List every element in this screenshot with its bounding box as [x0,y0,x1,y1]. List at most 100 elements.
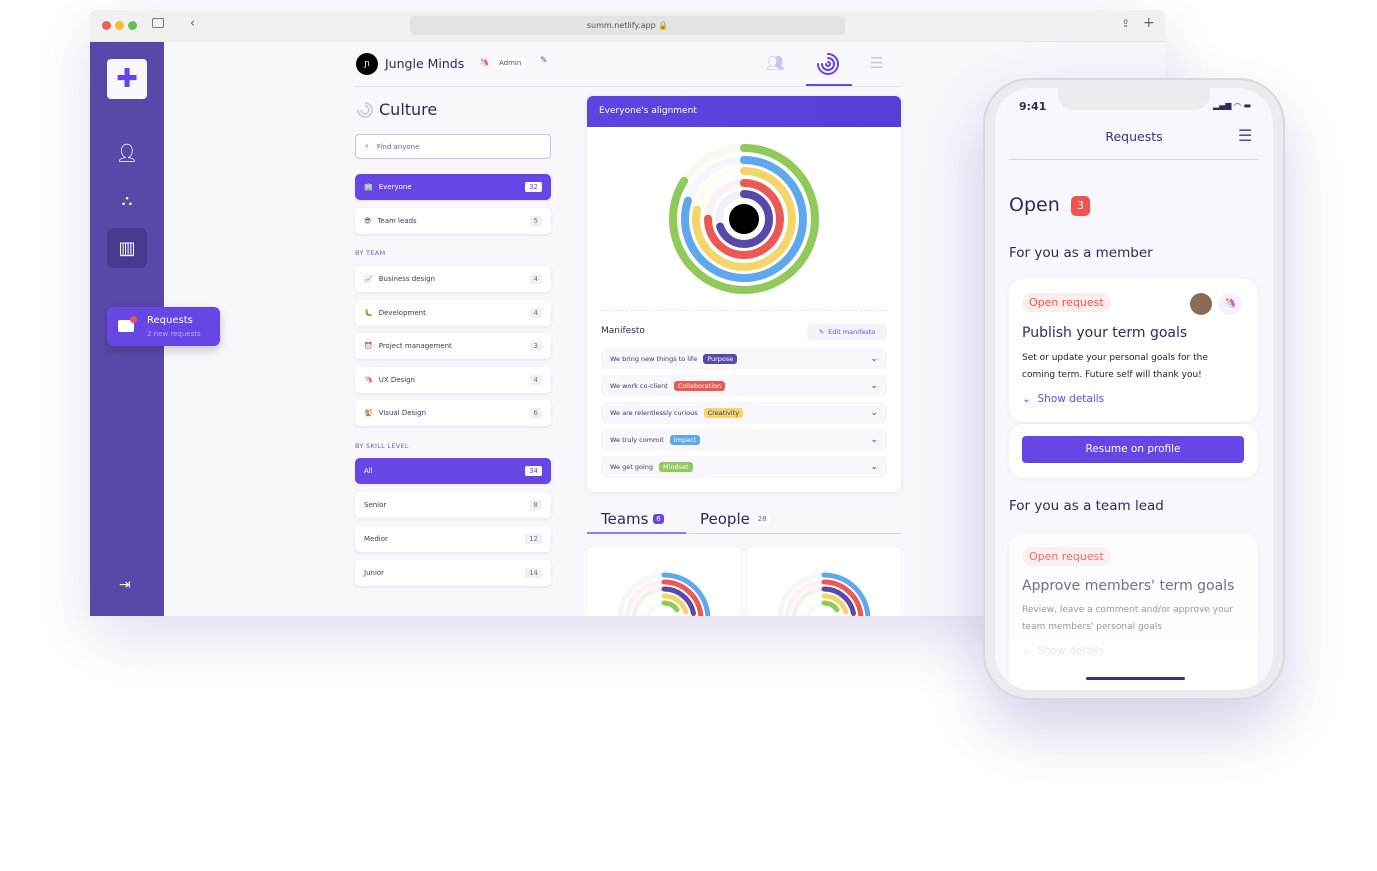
manifesto-text: We get going [610,463,654,471]
logout-icon[interactable]: ⇥ [119,577,131,593]
filter-label: Junior [364,569,385,577]
emoji-icon: 📈 [364,275,373,283]
request-title: Publish your term goals [1022,325,1188,341]
open-count-badge: 3 [1071,196,1090,216]
request-card: Open request Approve members' term goals… [1009,533,1258,690]
phone-notch [1058,88,1210,110]
manifesto-row[interactable]: We work co-client Collaboration ⌄ [601,375,887,397]
divider [601,310,887,311]
filter-item[interactable]: 📈 Business design 4 [355,266,551,292]
member-section-heading: For you as a member [1009,245,1153,261]
manifesto-row[interactable]: We truly commit Impact ⌄ [601,429,887,451]
tab-people[interactable]: People 28 [700,510,770,528]
back-icon[interactable]: ‹ [190,16,195,31]
people-count-badge: 28 [754,514,770,524]
filter-count: 8 [529,500,542,510]
show-details-label: Show details [1037,393,1105,405]
filter-item[interactable]: Medior 12 [355,526,551,552]
header-divider [355,86,900,87]
org-logo: ɲ [356,53,378,75]
url-text: summ.netlify.app [586,21,656,30]
edit-manifesto-label: Edit manifesto [828,328,876,336]
filter-item[interactable]: 🏢 Everyone 32 [355,174,551,200]
filter-count: 3 [529,341,542,351]
filter-label: Project management [378,342,452,350]
manifesto-tag: Creativity [703,408,744,418]
manifesto-row[interactable]: We are relentlessly curious Creativity ⌄ [601,402,887,424]
filter-item[interactable]: Senior 8 [355,492,551,518]
url-bar[interactable]: summ.netlify.app 🔒 [410,16,845,35]
manifesto-tag: Impact [669,435,701,445]
new-tab-icon[interactable]: + [1143,15,1155,31]
app-logo[interactable]: ✚ [107,59,147,99]
browser-titlebar: ‹ summ.netlify.app 🔒 ⇪ + [90,10,1165,42]
search-icon: ⌕ [365,142,369,150]
manifesto-tag: Purpose [703,354,738,364]
sidebar-toggle-icon[interactable] [152,18,164,28]
close-window-button[interactable] [102,21,111,30]
open-heading: Open [1009,194,1060,216]
request-title: Approve members' term goals [1022,578,1235,594]
person-icon[interactable]: 👤︎ [107,133,147,173]
share-icon[interactable]: ⇪ [1121,17,1130,30]
show-details-link[interactable]: ⌄ Show details [1022,393,1104,405]
hamburger-menu-icon[interactable]: ☰ [1238,126,1252,145]
tab-teams[interactable]: Teams 6 [601,510,664,528]
building-icon[interactable]: ▥ [107,228,147,268]
chevron-down-icon[interactable]: ⌄ [870,462,878,472]
status-time: 9:41 [1019,100,1047,113]
people-icon[interactable]: 👥︎ [766,54,785,72]
chevron-down-icon[interactable]: ⌄ [870,408,878,418]
search-input[interactable]: ⌕ Find anyone [355,134,551,159]
filter-label: UX Design [378,375,416,384]
status-icons: ▂▄▆ ◠ ▬ [1213,101,1252,110]
unicorn-icon: 🦄 [479,58,489,67]
team-card[interactable] [588,547,740,616]
unicorn-icon: 🦄 [1218,293,1242,315]
manifesto-text: We are relentlessly curious [610,409,698,417]
phone-screen: 9:41 ▂▄▆ ◠ ▬ Requests ☰ Open 3 For you a… [995,88,1273,690]
filter-item[interactable]: All 34 [355,458,551,484]
home-indicator [1086,677,1185,680]
filter-item[interactable]: 🐒 Visual Design 6 [355,400,551,426]
filter-label: Team leads [377,217,417,225]
notification-dot [130,316,137,323]
filter-item[interactable]: 🦄 UX Design 4 [355,366,551,393]
resume-on-profile-button[interactable]: Resume on profile [1022,436,1244,463]
maximize-window-button[interactable] [128,21,137,30]
search-placeholder: Find anyone [376,142,420,151]
emoji-icon: ⏰ [364,342,373,350]
minimize-window-button[interactable] [115,21,124,30]
show-details-link[interactable]: ⌄ Show details [1022,645,1104,657]
filter-count: 4 [529,274,542,284]
requests-tooltip[interactable]: Requests 2 new requests [107,307,220,346]
teams-count-badge: 6 [653,514,664,524]
filter-item[interactable]: ⏰ Project management 3 [355,333,551,359]
show-details-label: Show details [1037,645,1105,657]
filter-label: Development [378,308,426,317]
chevron-down-icon[interactable]: ⌄ [870,435,878,445]
rings-icon[interactable] [816,52,840,76]
filter-item[interactable]: Junior 14 [355,560,551,586]
emoji-icon: 🏢 [364,183,373,191]
tooltip-subtitle: 2 new requests [147,330,201,338]
team-card[interactable] [748,547,900,616]
chevron-down-icon[interactable]: ⌄ [870,354,878,364]
filter-count: 14 [525,568,542,578]
edit-manifesto-button[interactable]: ✎ Edit manifesto [807,324,887,340]
status-chip: Open request [1022,293,1111,312]
edit-org-icon[interactable]: ✎ [540,56,548,66]
role-badge: Admin [493,57,528,69]
network-icon[interactable]: ⛬ [107,180,147,220]
filter-item[interactable]: 🐛 Development 4 [355,299,551,326]
manifesto-row[interactable]: We bring new things to life Purpose ⌄ [601,348,887,370]
filter-count: 5 [529,216,542,226]
manifesto-text: We work co-client [610,382,668,390]
chevron-down-icon[interactable]: ⌄ [870,381,878,391]
emoji-icon: 😎 [364,217,372,225]
sliders-icon[interactable]: ☰ [870,54,883,72]
pencil-icon: ✎ [818,328,825,336]
filter-item[interactable]: 😎 Team leads 5 [355,208,551,234]
filter-label: Business design [378,275,436,283]
manifesto-row[interactable]: We get going Mindset ⌄ [601,456,887,478]
